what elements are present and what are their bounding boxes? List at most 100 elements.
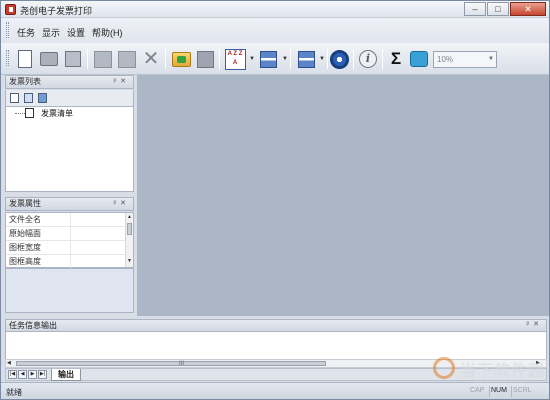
window-title: 尧创电子发票打印 [20,6,93,16]
open-folder-icon [118,50,136,68]
close-icon[interactable]: ✕ [120,200,130,207]
output-header: 任务信息输出 ᵖ✕ [5,319,547,332]
scroll-up-icon[interactable]: ▲ [127,214,132,220]
print-preview-button[interactable] [62,48,84,70]
scroll-thumb[interactable] [127,223,132,235]
zoom-select[interactable]: 10% ▼ [433,51,497,68]
menu-bar: 任务 显示 设置 帮助(H) [1,18,549,43]
toolbar-grip[interactable] [6,50,9,66]
zoom-icon [410,51,428,67]
new-document-icon [18,50,32,68]
menubar-grip[interactable] [6,22,9,38]
property-name: 图框宽度 [9,243,41,252]
invoice-props-header-buttons: ᵖ✕ [113,198,130,210]
import-button[interactable] [170,48,192,70]
close-button[interactable]: ✕ [510,2,546,16]
menu-settings[interactable]: 设置 [67,26,85,39]
new-list-icon[interactable] [10,93,19,103]
window-controls: – □ ✕ [464,2,546,16]
add-folder-icon[interactable] [24,93,33,103]
sum-button[interactable]: Σ [385,48,407,70]
batch-print-icon [94,50,112,68]
property-name: 文件全名 [9,215,41,224]
toolbar-separator [353,49,354,69]
tree-connector [15,113,25,114]
prev-tab-button[interactable]: ◀ [18,370,27,379]
toolbar-separator [87,49,88,69]
close-icon[interactable]: ✕ [120,78,130,85]
sort-az-icon: A Z Z A [224,48,246,70]
layout-icon [259,50,277,68]
align-dropdown-arrow[interactable]: ▼ [319,56,325,62]
menu-help[interactable]: 帮助(H) [92,26,123,39]
property-row[interactable]: 原始幅面 [6,227,127,241]
property-grid: 文件全名 原始幅面 图框宽度 图框高度 ▲ ▼ [5,212,134,269]
info-icon: i [359,50,377,68]
close-icon[interactable]: ✕ [533,321,543,328]
property-divider [70,213,71,226]
tab-output[interactable]: 输出 [51,369,81,381]
toolbar-separator [382,49,383,69]
next-tab-button[interactable]: ▶ [28,370,37,379]
settings-button[interactable] [328,48,350,70]
zoom-value: 10% [437,55,454,64]
toolbar-separator [165,49,166,69]
invoice-props-header: 发票属性 ᵖ✕ [5,197,134,211]
open-folder-button[interactable] [116,48,138,70]
maximize-button[interactable]: □ [487,2,509,16]
info-button[interactable]: i [357,48,379,70]
print-button[interactable] [38,48,60,70]
property-row[interactable]: 文件全名 [6,213,127,227]
sum-icon: Σ [390,49,402,68]
output-title: 任务信息输出 [9,321,57,330]
property-row[interactable]: 图框高度 [6,255,127,269]
layout-dropdown-arrow[interactable]: ▼ [282,56,288,62]
property-description [5,268,134,313]
settings-icon [329,49,349,69]
print-preview-icon [65,51,81,67]
title-bar[interactable]: 尧创电子发票打印 – □ ✕ [1,1,549,18]
watermark-url: www.downxia.com [474,378,532,385]
new-document-button[interactable] [14,48,36,70]
status-text: 就绪 [6,388,22,397]
import-icon [171,51,191,67]
last-tab-button[interactable]: ▶| [38,370,47,379]
scroll-down-icon[interactable]: ▼ [127,258,132,264]
invoice-list-header: 发票列表 ᵖ✕ [5,75,134,89]
menu-task[interactable]: 任务 [17,26,35,39]
save-icon [196,50,214,68]
menu-view[interactable]: 显示 [42,26,60,39]
property-name: 图框高度 [9,257,41,266]
toolbar-separator [290,49,291,69]
app-icon [5,4,16,15]
layout-button[interactable] [257,48,279,70]
sort-button[interactable]: A Z Z A [224,48,246,70]
watermark-logo-icon [433,357,455,379]
scroll-grip: III [179,361,185,367]
main-window: 尧创电子发票打印 – □ ✕ 任务 显示 设置 帮助(H) ✕ A Z Z A … [0,0,550,400]
edit-list-icon[interactable] [38,93,47,103]
scroll-thumb[interactable]: III [16,361,326,367]
invoice-list-header-buttons: ᵖ✕ [113,76,130,88]
property-name: 原始幅面 [9,229,41,238]
save-button[interactable] [194,48,216,70]
align-icon [297,50,315,68]
minimize-button[interactable]: – [464,2,486,16]
output-header-buttons: ᵖ✕ [526,319,543,330]
property-divider [70,227,71,240]
scroll-left-icon[interactable]: ◀ [7,360,11,367]
chevron-down-icon[interactable]: ▼ [488,52,494,67]
zoom-button[interactable] [408,48,430,70]
tree-item-invoice-list[interactable]: 发票清单 [41,108,73,119]
batch-print-button[interactable] [92,48,114,70]
property-scrollbar[interactable]: ▲ ▼ [125,213,133,267]
toolbar: ✕ A Z Z A ▼ ▼ ▼ i Σ 10% ▼ [1,43,549,75]
print-icon [40,52,58,66]
property-row[interactable]: 图框宽度 [6,241,127,255]
sort-dropdown-arrow[interactable]: ▼ [249,56,255,62]
delete-button[interactable]: ✕ [140,48,162,70]
first-tab-button[interactable]: |◀ [8,370,17,379]
align-button[interactable] [295,48,317,70]
document-workspace[interactable] [137,75,549,316]
property-divider [70,241,71,254]
